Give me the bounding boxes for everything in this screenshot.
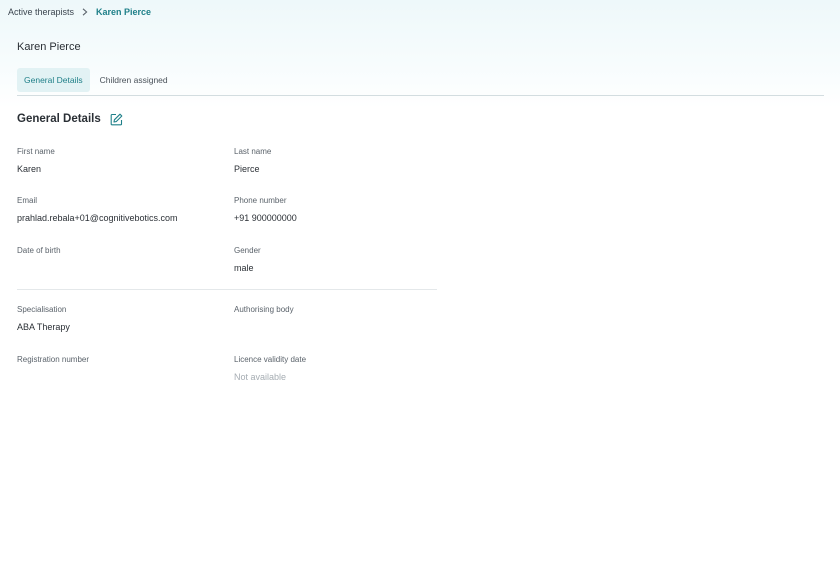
field-registration-number: Registration number bbox=[17, 355, 89, 372]
tab-bar: General Details Children assigned bbox=[17, 68, 824, 96]
authorising-body-label: Authorising body bbox=[234, 305, 294, 314]
field-phone: Phone number +91 900000000 bbox=[234, 196, 297, 223]
phone-value: +91 900000000 bbox=[234, 213, 297, 223]
phone-label: Phone number bbox=[234, 196, 287, 205]
breadcrumb-current: Karen Pierce bbox=[96, 7, 152, 17]
tab-general-details[interactable]: General Details bbox=[17, 68, 90, 92]
tab-children-assigned[interactable]: Children assigned bbox=[93, 68, 175, 92]
section-divider bbox=[17, 289, 437, 290]
first-name-label: First name bbox=[17, 147, 55, 156]
first-name-value: Karen bbox=[17, 164, 42, 174]
chevron-right-icon bbox=[82, 6, 89, 18]
field-authorising-body: Authorising body bbox=[234, 305, 294, 322]
licence-validity-value: Not available bbox=[234, 372, 287, 382]
registration-number-label: Registration number bbox=[17, 355, 90, 364]
field-licence-validity: Licence validity date Not available bbox=[234, 355, 306, 382]
last-name-label: Last name bbox=[234, 147, 272, 156]
breadcrumb-active-therapists-link[interactable]: Active therapists bbox=[8, 7, 74, 17]
gender-label: Gender bbox=[234, 246, 261, 255]
email-value: prahlad.rebala+01@cognitivebotics.com bbox=[17, 213, 178, 223]
email-label: Email bbox=[17, 196, 38, 205]
edit-icon[interactable] bbox=[110, 112, 124, 126]
licence-validity-label: Licence validity date bbox=[234, 355, 307, 364]
section-header: General Details bbox=[17, 112, 124, 126]
gender-value: male bbox=[234, 263, 254, 273]
field-date-of-birth: Date of birth bbox=[17, 246, 61, 263]
field-email: Email prahlad.rebala+01@cognitivebotics.… bbox=[17, 196, 177, 223]
field-first-name: First name Karen bbox=[17, 147, 55, 174]
field-specialisation: Specialisation ABA Therapy bbox=[17, 305, 70, 332]
page-title: Karen Pierce bbox=[17, 41, 81, 53]
last-name-value: Pierce bbox=[234, 164, 260, 174]
field-gender: Gender male bbox=[234, 246, 261, 273]
dob-label: Date of birth bbox=[17, 246, 61, 255]
specialisation-label: Specialisation bbox=[17, 305, 67, 314]
specialisation-value: ABA Therapy bbox=[17, 322, 70, 332]
breadcrumb: Active therapists Karen Pierce bbox=[8, 6, 151, 18]
field-last-name: Last name Pierce bbox=[234, 147, 271, 174]
section-title: General Details bbox=[17, 113, 101, 125]
